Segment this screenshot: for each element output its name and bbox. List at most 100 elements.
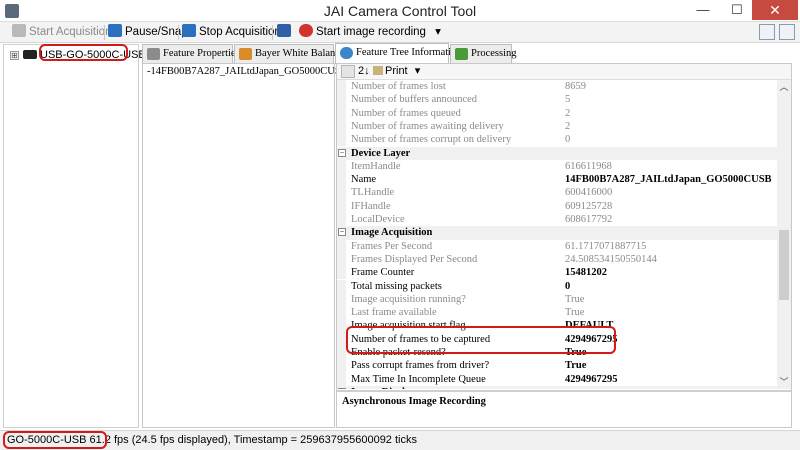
tab-processing[interactable]: Processing xyxy=(450,44,517,63)
tab-label: Processing xyxy=(471,48,517,59)
category-name: Image Acquisition xyxy=(351,227,433,239)
main-toolbar: Start Acquisition Pause/Snap Stop Acquis… xyxy=(0,22,800,43)
category-name: Image Display xyxy=(351,386,415,389)
property-value[interactable]: 616611968 xyxy=(565,160,612,173)
property-value[interactable]: 14FB00B7A287_JAILtdJapan_GO5000CUSB xyxy=(565,173,772,186)
row-gutter xyxy=(337,119,346,134)
category-row[interactable]: − Image Display xyxy=(337,385,777,389)
property-value[interactable]: 5 xyxy=(565,93,570,106)
row-gutter xyxy=(337,332,346,346)
row-gutter xyxy=(337,346,346,360)
row-gutter xyxy=(337,306,346,320)
property-name: Total missing packets xyxy=(351,280,442,292)
alphabetical-sort-button[interactable]: 2↓ xyxy=(358,65,370,78)
property-value[interactable]: True xyxy=(565,359,586,372)
property-row[interactable]: Image acquisition running? True xyxy=(337,292,777,307)
property-value[interactable]: 24.508534150550144 xyxy=(565,253,657,266)
property-value[interactable]: 0 xyxy=(565,133,570,146)
collapse-icon[interactable]: − xyxy=(338,228,346,237)
property-value[interactable]: 61.1717071887715 xyxy=(565,240,646,253)
save-button[interactable] xyxy=(277,24,291,41)
maximize-button[interactable]: ☐ xyxy=(722,0,752,20)
collapse-icon[interactable]: − xyxy=(338,387,346,389)
property-row[interactable]: TLHandle 600416000 xyxy=(337,186,777,200)
property-name: LocalDevice xyxy=(351,214,405,225)
property-value[interactable]: 8659 xyxy=(565,80,586,93)
close-button[interactable]: ✕ xyxy=(752,0,798,20)
property-value[interactable]: 15481202 xyxy=(565,266,607,279)
minimize-button[interactable]: — xyxy=(688,0,718,20)
stop-icon xyxy=(182,24,196,37)
category-row[interactable]: − Image Acquisition xyxy=(337,226,777,240)
scroll-thumb[interactable] xyxy=(779,230,789,300)
row-gutter xyxy=(337,372,346,386)
property-name: ItemHandle xyxy=(351,160,401,172)
chevron-down-icon[interactable]: ▾ xyxy=(415,65,421,77)
property-row[interactable]: Name 14FB00B7A287_JAILtdJapan_GO5000CUSB xyxy=(337,173,777,187)
category-row[interactable]: − Device Layer xyxy=(337,146,777,160)
start-recording-button[interactable]: Start image recording ▾ xyxy=(299,24,441,41)
print-icon xyxy=(373,66,383,75)
property-row[interactable]: Frame Counter 15481202 xyxy=(337,266,777,280)
property-row[interactable]: ItemHandle 616611968 xyxy=(337,159,777,174)
property-name: Number of frames corrupt on delivery xyxy=(351,134,512,146)
property-name: Frames Displayed Per Second xyxy=(351,253,478,265)
processing-icon xyxy=(455,48,468,60)
property-value[interactable]: 608617792 xyxy=(565,213,612,226)
property-name: Max Time In Incomplete Queue xyxy=(351,373,486,385)
property-row[interactable]: Number of frames corrupt on delivery 0 xyxy=(337,133,777,147)
property-name: Name xyxy=(351,174,377,186)
toolbar-separator xyxy=(272,25,273,40)
start-acquisition-button[interactable]: Start Acquisition xyxy=(12,24,111,41)
property-row[interactable]: Number of buffers announced 5 xyxy=(337,93,777,107)
print-button[interactable]: Print ▾ xyxy=(373,65,420,78)
feature-tree-item[interactable]: -14FB00B7A287_JAILtdJapan_GO5000CUSB xyxy=(147,66,348,77)
description-title: Asynchronous Image Recording xyxy=(342,396,486,407)
property-value[interactable]: 600416000 xyxy=(565,186,612,199)
property-row[interactable]: Total missing packets 0 xyxy=(337,279,777,293)
toolbar-separator xyxy=(104,25,105,40)
toolbar-separator xyxy=(178,25,179,40)
tab-feature-tree-information[interactable]: Feature Tree Information xyxy=(335,43,462,64)
chevron-down-icon[interactable]: ▾ xyxy=(435,26,441,38)
scroll-down-icon[interactable]: ﹀ xyxy=(779,377,789,387)
property-value[interactable]: 4294967295 xyxy=(565,373,618,386)
vertical-scrollbar[interactable]: ︿ ﹀ xyxy=(777,80,791,389)
expand-icon[interactable]: ⊞ xyxy=(10,51,19,60)
property-name: Frame Counter xyxy=(351,267,415,279)
property-name: Number of frames awaiting delivery xyxy=(351,120,504,132)
stop-acquisition-button[interactable]: Stop Acquisition xyxy=(182,24,281,41)
property-row[interactable]: Frames Per Second 61.1717071887715 xyxy=(337,239,777,253)
property-row[interactable]: Number of frames awaiting delivery 2 xyxy=(337,119,777,134)
tab-bayer-white-balance[interactable]: Bayer White Balance xyxy=(234,44,345,63)
property-row[interactable]: Number of frames queued 2 xyxy=(337,106,777,120)
property-row[interactable]: Number of frames lost 8659 xyxy=(337,80,777,94)
settings-icon[interactable] xyxy=(759,24,775,40)
stop-acquisition-label: Stop Acquisition xyxy=(199,26,281,38)
property-row[interactable]: Last frame available True xyxy=(337,306,777,320)
help-icon[interactable] xyxy=(779,24,795,40)
row-gutter xyxy=(337,266,346,280)
property-row[interactable]: LocalDevice 608617792 xyxy=(337,213,777,227)
property-row[interactable]: Max Time In Incomplete Queue 4294967295 xyxy=(337,372,777,386)
categorized-view-button[interactable] xyxy=(341,65,355,78)
highlight-annotation xyxy=(3,431,107,449)
property-value[interactable]: 0 xyxy=(565,280,570,293)
property-value[interactable]: 2 xyxy=(565,120,570,133)
property-name: Number of frames queued xyxy=(351,107,461,119)
highlight-annotation xyxy=(39,44,128,61)
collapse-icon[interactable]: − xyxy=(338,148,346,157)
status-bar: GO-5000C-USB 61.2 fps (24.5 fps displaye… xyxy=(0,430,800,450)
property-name: Number of frames lost xyxy=(351,81,446,92)
property-value[interactable]: True xyxy=(565,293,584,306)
device-tree-pane: ⊞ USB-GO-5000C-USB xyxy=(3,44,146,428)
scroll-up-icon[interactable]: ︿ xyxy=(779,82,789,92)
property-value[interactable]: 609125728 xyxy=(565,200,612,213)
property-row[interactable]: Frames Displayed Per Second 24.5085341505… xyxy=(337,252,777,267)
property-row[interactable]: IFHandle 609125728 xyxy=(337,199,777,213)
property-value[interactable]: 2 xyxy=(565,107,570,120)
tab-feature-properties[interactable]: Feature Properties xyxy=(142,44,240,63)
pause-snap-button[interactable]: Pause/Snap xyxy=(108,24,188,41)
property-row[interactable]: Pass corrupt frames from driver? True xyxy=(337,359,777,373)
property-value[interactable]: True xyxy=(565,306,584,319)
